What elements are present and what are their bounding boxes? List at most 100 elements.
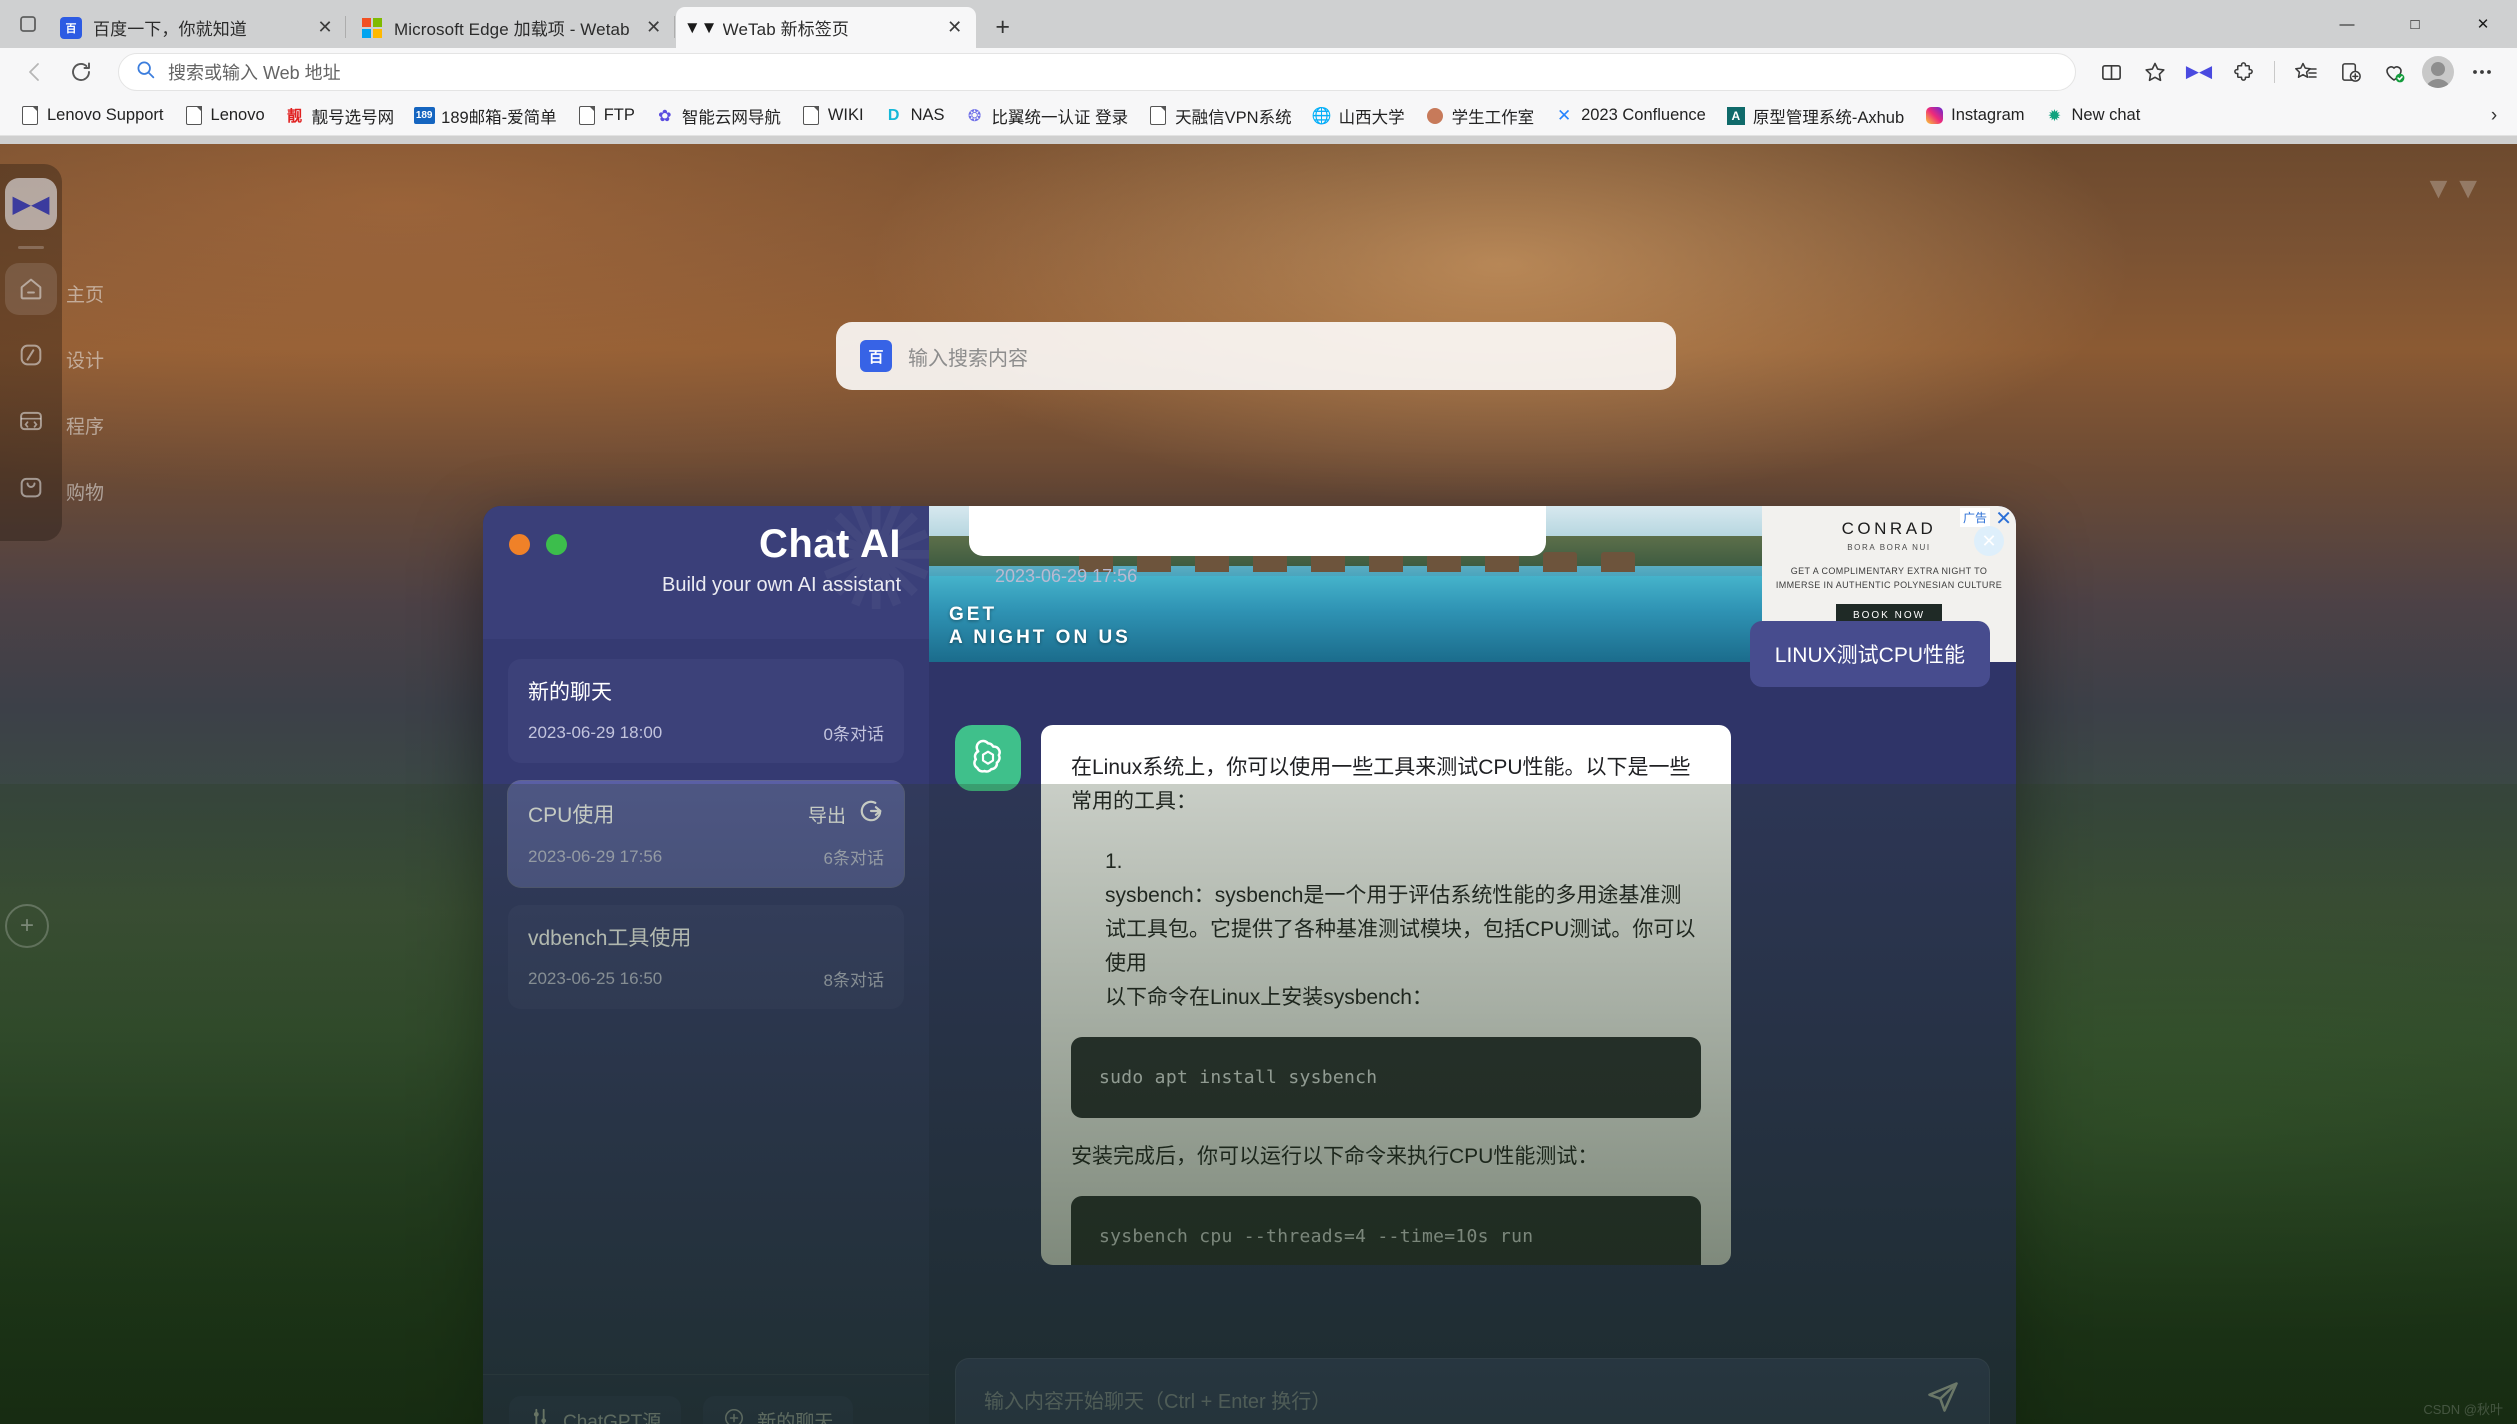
bookmark-lenovo-support[interactable]: Lenovo Support — [10, 102, 174, 130]
more-settings-icon[interactable] — [2461, 51, 2503, 93]
bot-list-number: 1. — [1105, 850, 1123, 874]
tab-edge-addons[interactable]: Microsoft Edge 加载项 - Wetab ✕ — [347, 7, 675, 48]
conversation-count: 6条对话 — [823, 849, 884, 868]
reload-icon[interactable] — [60, 51, 102, 93]
bookmark-label: NAS — [910, 106, 945, 124]
favorite-star-icon[interactable] — [2134, 51, 2176, 93]
bookmark-student-studio[interactable]: 学生工作室 — [1415, 100, 1545, 132]
export-conversation-button[interactable]: 导出 — [808, 798, 884, 830]
split-screen-icon[interactable] — [2090, 51, 2132, 93]
doc-icon — [1148, 106, 1168, 126]
new-chat-button[interactable]: 新的聊天 — [703, 1395, 854, 1424]
message-list: 2023-06-29 17:56 LINUX测试CPU性能 在Linux系统上，… — [929, 506, 2016, 1358]
bot-message-bubble: 在Linux系统上，你可以使用一些工具来测试CPU性能。以下是一些 常用的工具：… — [1041, 725, 1731, 1265]
bookmark-axhub[interactable]: A 原型管理系统-Axhub — [1716, 100, 1914, 132]
address-placeholder: 搜索或输入 Web 地址 — [168, 63, 341, 83]
close-button[interactable]: ✕ — [2449, 0, 2517, 48]
user-message-row: LINUX测试CPU性能 — [955, 621, 1990, 687]
dock-icon-as-blue[interactable]: as — [1330, 1314, 1434, 1418]
address-input[interactable]: 搜索或输入 Web 地址 — [118, 53, 2076, 91]
chatgpt-source-button[interactable]: ChatGPT源 — [509, 1395, 682, 1424]
bookmark-nas[interactable]: D NAS — [874, 102, 955, 130]
bookmark-shanxi-univ[interactable]: 🌐 山西大学 — [1302, 100, 1415, 132]
bookmark-label: 山西大学 — [1338, 108, 1405, 127]
maximize-light-button[interactable] — [546, 534, 567, 555]
back-icon[interactable] — [14, 51, 56, 93]
sidebar-item-home[interactable] — [5, 263, 57, 315]
dock-icon-vip[interactable]: 唯品会 — [770, 1314, 874, 1418]
new-tab-button[interactable]: + — [984, 8, 1022, 46]
conversation-item-cpu[interactable]: CPU使用 导出 2023-06-29 17:56 6条对话 — [508, 781, 904, 887]
sliders-icon — [529, 1407, 551, 1424]
bookmark-189-mail[interactable]: 189 189邮箱-爱简单 — [404, 100, 567, 132]
tab-close-icon[interactable]: ✕ — [312, 15, 338, 41]
previous-message-fragment — [969, 506, 1546, 556]
bookmark-cloud-nav[interactable]: ✿ 智能云网导航 — [645, 100, 791, 132]
extensions-puzzle-icon[interactable] — [2222, 51, 2264, 93]
add-to-collection-icon[interactable] — [2329, 51, 2371, 93]
window-controls: — □ ✕ — [2313, 0, 2517, 48]
chat-main-panel: GET A NIGHT ON US CONRAD BORA BORA NUI GE… — [929, 506, 2016, 1424]
composer-area: 输入内容开始聊天（Ctrl + Enter 换行） — [929, 1358, 2016, 1424]
dock-icon-we[interactable]: We — [1190, 1314, 1294, 1418]
maximize-button[interactable]: □ — [2381, 0, 2449, 48]
bot-message-row: 在Linux系统上，你可以使用一些工具来测试CPU性能。以下是一些 常用的工具：… — [955, 725, 1990, 1265]
new-chat-label: 新的聊天 — [757, 1412, 834, 1424]
minimize-light-button[interactable] — [509, 534, 530, 555]
browser-window: 百 百度一下，你就知道 ✕ Microsoft Edge 加载项 - Wetab… — [0, 0, 2517, 1424]
bookmark-label: 2023 Confluence — [1581, 106, 1706, 124]
dock-icon-as-grey[interactable]: as — [1470, 1314, 1574, 1418]
dock-icon-gao[interactable]: 稿 — [910, 1314, 1014, 1418]
bookmark-confluence[interactable]: ✕ 2023 Confluence — [1544, 102, 1716, 130]
sidebar-label-design[interactable]: 设计 — [66, 326, 104, 392]
chat-sidebar-footer: ChatGPT源 新的聊天 — [483, 1374, 929, 1424]
sidebar-add-button[interactable]: + — [5, 904, 49, 948]
bookmark-label: 学生工作室 — [1451, 108, 1535, 127]
sidebar-label-shopping[interactable]: 购物 — [66, 458, 104, 524]
code-block-install: sudo apt install sysbench — [1071, 1037, 1701, 1119]
studio-icon — [1425, 106, 1445, 126]
conversation-item-vdbench[interactable]: vdbench工具使用 2023-06-25 16:50 8条对话 — [508, 905, 904, 1009]
baidu-icon: 百 — [60, 16, 82, 39]
bookmark-topsec-vpn[interactable]: 天融信VPN系统 — [1138, 100, 1301, 132]
bookmark-instagram[interactable]: Instagram — [1914, 102, 2034, 130]
conversation-date: 2023-06-29 17:56 — [528, 846, 663, 866]
sidebar-item-programs[interactable] — [5, 395, 57, 447]
dock-icon-jd[interactable]: JD — [630, 1314, 734, 1418]
conversation-item-new-chat[interactable]: 新的聊天 2023-06-29 18:00 0条对话 — [508, 659, 904, 763]
message-input[interactable]: 输入内容开始聊天（Ctrl + Enter 换行） — [955, 1358, 1990, 1424]
tab-baidu[interactable]: 百 百度一下，你就知道 ✕ — [46, 7, 346, 48]
bot-after-code1: 安装完成后，你可以运行以下命令来执行CPU性能测试： — [1071, 1145, 1599, 1169]
bookmark-wiki[interactable]: WIKI — [791, 102, 874, 130]
wetab-logo-icon[interactable]: ▶◀ — [5, 178, 57, 230]
send-paper-plane-icon[interactable] — [1925, 1379, 1961, 1420]
profile-avatar-icon[interactable] — [2417, 51, 2459, 93]
bookmark-lenovo[interactable]: Lenovo — [174, 102, 275, 130]
bookmark-ftp[interactable]: FTP — [567, 102, 645, 130]
sidebar-label-home[interactable]: 主页 — [66, 260, 104, 326]
sidebar-label-programs[interactable]: 程序 — [66, 392, 104, 458]
bookmark-biyi-sso[interactable]: ❂ 比翼统一认证 登录 — [955, 100, 1139, 132]
bookmark-new-chat[interactable]: ✹ New chat — [2035, 102, 2151, 130]
app-subtitle: Build your own AI assistant — [661, 574, 901, 596]
tab-close-icon[interactable]: ✕ — [942, 15, 968, 41]
tab-title: WeTab 新标签页 — [722, 20, 849, 39]
tab-search-icon[interactable] — [12, 0, 46, 48]
openai-avatar-icon — [955, 725, 1021, 791]
wetab-extension-icon[interactable]: ▶◀ — [2178, 51, 2220, 93]
tab-wetab-newtab[interactable]: ▼▼ WeTab 新标签页 ✕ — [675, 7, 976, 48]
bot-item-line1: sysbench：sysbench是一个用于评估系统性能的多用途基准测 — [1105, 884, 1682, 908]
tab-close-icon[interactable]: ✕ — [641, 15, 667, 41]
bookmarks-overflow-icon[interactable]: › — [2479, 102, 2509, 130]
performance-heart-icon[interactable] — [2373, 51, 2415, 93]
minimize-button[interactable]: — — [2313, 0, 2381, 48]
dock-icon-lark[interactable] — [490, 1314, 594, 1418]
chat-sidebar: ✺ Chat AI Build your own AI assistant 新的… — [483, 506, 929, 1424]
bookmark-liang-hao[interactable]: 靓 靓号选号网 — [275, 100, 405, 132]
wetab-search-box[interactable]: 百 输入搜索内容 — [836, 322, 1676, 390]
wetab-icon: ▼▼ — [683, 18, 718, 37]
sidebar-item-shopping[interactable] — [5, 461, 57, 513]
dock-icon-parrot[interactable] — [1050, 1314, 1154, 1418]
collections-star-icon[interactable] — [2285, 51, 2327, 93]
sidebar-item-design[interactable] — [5, 329, 57, 381]
